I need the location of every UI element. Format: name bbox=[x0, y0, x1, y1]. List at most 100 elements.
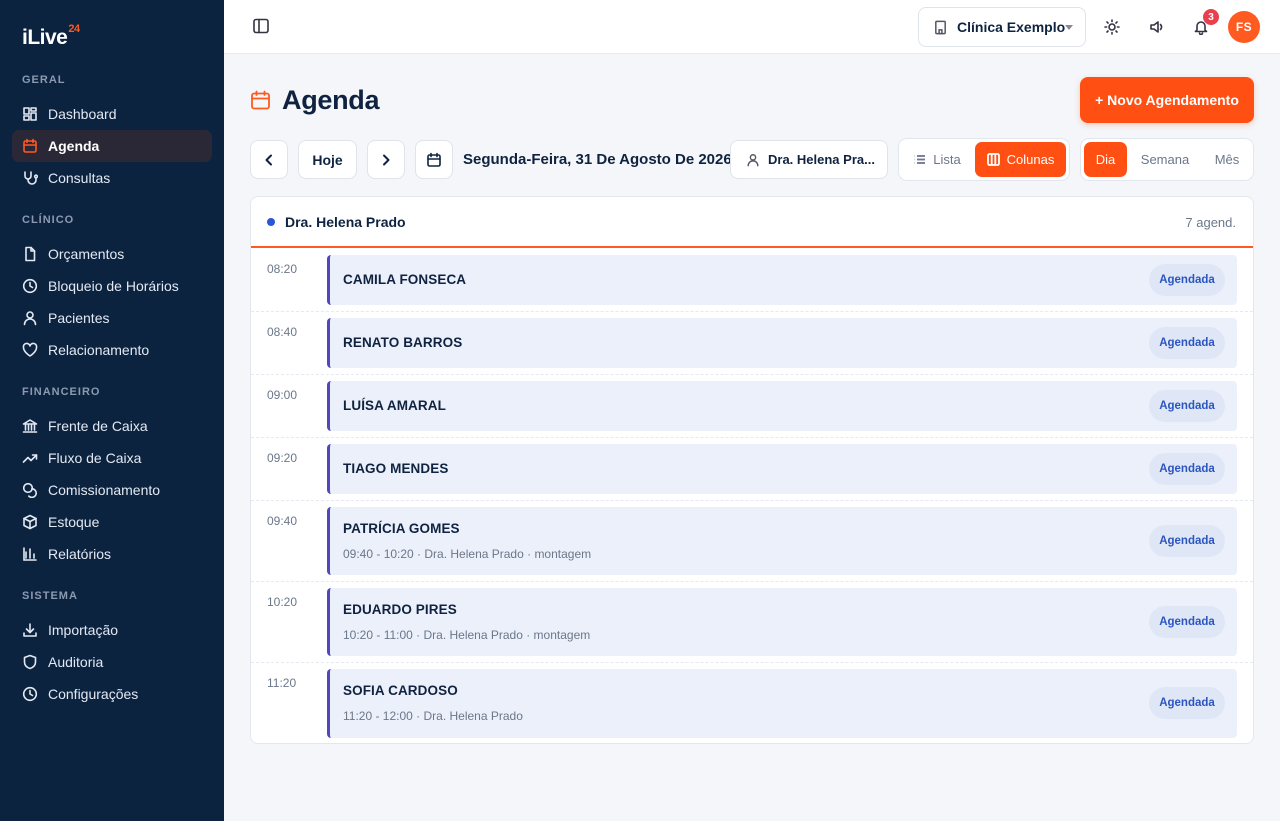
sidebar-item-fluxo-caixa[interactable]: Fluxo de Caixa bbox=[12, 442, 212, 474]
schedule-card: Dra. Helena Prado 7 agend. 08:20 CAMILA … bbox=[250, 196, 1254, 744]
dashboard-icon bbox=[22, 106, 38, 122]
appointment-card[interactable]: RENATO BARROS Agendada bbox=[327, 318, 1237, 368]
professional-select-value: Dra. Helena Pra... bbox=[768, 152, 875, 167]
sidebar-item-label: Comissionamento bbox=[48, 482, 161, 498]
doctor-column-header: Dra. Helena Prado 7 agend. bbox=[251, 197, 1253, 248]
view-toggle: Lista Colunas bbox=[898, 138, 1070, 181]
coins-icon bbox=[22, 482, 38, 498]
appointment-card[interactable]: EDUARDO PIRES 10:20 - 11:00 · Dra. Helen… bbox=[327, 588, 1237, 656]
doctor-name: Dra. Helena Prado bbox=[285, 214, 406, 230]
clinic-select-value: Clínica Exemplo bbox=[957, 19, 1066, 35]
sidebar-item-pacientes[interactable]: Pacientes bbox=[12, 302, 212, 334]
appointment-card[interactable]: TIAGO MENDES Agendada bbox=[327, 444, 1237, 494]
sidebar-item-label: Frente de Caixa bbox=[48, 418, 148, 434]
list-icon bbox=[913, 153, 933, 166]
patient-name: PATRÍCIA GOMES bbox=[343, 521, 460, 536]
next-day-button[interactable] bbox=[367, 140, 405, 179]
sidebar-section-title: GERAL bbox=[22, 74, 66, 86]
schedule-row: 09:00 LUÍSA AMARAL Agendada bbox=[251, 375, 1253, 438]
sidebar-item-frente-caixa[interactable]: Frente de Caixa bbox=[12, 410, 212, 442]
status-badge: Agendada bbox=[1149, 390, 1225, 422]
clinic-select[interactable]: Clínica Exemplo bbox=[918, 7, 1086, 47]
slot-time: 09:20 bbox=[267, 451, 298, 465]
shield-icon bbox=[22, 654, 38, 670]
chevron-right-icon bbox=[378, 152, 394, 168]
notification-badge: 3 bbox=[1203, 9, 1219, 25]
patient-name: LUÍSA AMARAL bbox=[343, 398, 446, 413]
bar-chart-icon bbox=[22, 546, 38, 562]
box-icon bbox=[22, 514, 38, 530]
sidebar-section-title: SISTEMA bbox=[22, 590, 78, 602]
slot-time: 09:00 bbox=[267, 388, 298, 402]
status-badge: Agendada bbox=[1149, 264, 1225, 296]
appointment-card[interactable]: PATRÍCIA GOMES 09:40 - 10:20 · Dra. Hele… bbox=[327, 507, 1237, 575]
patient-name: TIAGO MENDES bbox=[343, 461, 449, 476]
today-button[interactable]: Hoje bbox=[298, 140, 357, 179]
trend-up-icon bbox=[22, 450, 38, 466]
view-columns-tab[interactable]: Colunas bbox=[975, 142, 1066, 177]
appointment-card[interactable]: LUÍSA AMARAL Agendada bbox=[327, 381, 1237, 431]
sidebar-item-dashboard[interactable]: Dashboard bbox=[12, 98, 212, 130]
professional-select[interactable]: Dra. Helena Pra... bbox=[730, 140, 888, 179]
calendar-icon bbox=[22, 138, 38, 154]
sidebar-item-label: Dashboard bbox=[48, 106, 117, 122]
sidebar-item-label: Agenda bbox=[48, 138, 100, 154]
chevron-left-icon bbox=[261, 152, 277, 168]
sidebar-item-label: Fluxo de Caixa bbox=[48, 450, 142, 466]
building-icon bbox=[933, 20, 948, 35]
schedule-row: 08:20 CAMILA FONSECA Agendada bbox=[251, 249, 1253, 312]
sidebar-item-label: Configurações bbox=[48, 686, 139, 702]
calendar-icon bbox=[426, 152, 442, 168]
sidebar-item-label: Auditoria bbox=[48, 654, 104, 670]
user-icon bbox=[746, 153, 760, 167]
range-month-tab[interactable]: Mês bbox=[1203, 142, 1251, 177]
speaker-icon[interactable] bbox=[1149, 19, 1165, 35]
sidebar-item-configuracoes[interactable]: Configurações bbox=[12, 678, 212, 710]
sidebar-item-label: Consultas bbox=[48, 170, 111, 186]
range-day-tab[interactable]: Dia bbox=[1084, 142, 1127, 177]
view-list-label: Lista bbox=[933, 152, 961, 167]
appointment-detail: 11:20 - 12:00 · Dra. Helena Prado bbox=[343, 709, 523, 723]
range-week-tab[interactable]: Semana bbox=[1130, 142, 1200, 177]
status-badge: Agendada bbox=[1149, 687, 1225, 719]
sidebar-item-relatorios[interactable]: Relatórios bbox=[12, 538, 212, 570]
sidebar-item-consultas[interactable]: Consultas bbox=[12, 162, 212, 194]
new-appointment-button[interactable]: + Novo Agendamento bbox=[1080, 77, 1254, 123]
schedule-row: 08:40 RENATO BARROS Agendada bbox=[251, 312, 1253, 375]
slot-time: 09:40 bbox=[267, 514, 298, 528]
chevron-down-icon bbox=[1065, 25, 1073, 30]
previous-day-button[interactable] bbox=[250, 140, 288, 179]
app-logo[interactable]: iLive24 bbox=[22, 23, 80, 50]
slot-time: 08:20 bbox=[267, 262, 298, 276]
range-toggle: Dia Semana Mês bbox=[1080, 138, 1254, 181]
sun-icon[interactable] bbox=[1104, 19, 1120, 35]
sidebar-item-auditoria[interactable]: Auditoria bbox=[12, 646, 212, 678]
clock-icon bbox=[22, 278, 38, 294]
view-list-tab[interactable]: Lista bbox=[902, 142, 972, 177]
status-badge: Agendada bbox=[1149, 525, 1225, 557]
sidebar-item-label: Orçamentos bbox=[48, 246, 125, 262]
sidebar-item-estoque[interactable]: Estoque bbox=[12, 506, 212, 538]
clock-icon bbox=[22, 686, 38, 702]
sidebar-item-label: Relacionamento bbox=[48, 342, 150, 358]
columns-icon bbox=[986, 153, 1007, 166]
sidebar-item-comissionamento[interactable]: Comissionamento bbox=[12, 474, 212, 506]
sidebar-item-importacao[interactable]: Importação bbox=[12, 614, 212, 646]
sidebar-item-label: Pacientes bbox=[48, 310, 110, 326]
sidebar-item-bloqueio-horarios[interactable]: Bloqueio de Horários bbox=[12, 270, 212, 302]
schedule-row: 09:40 PATRÍCIA GOMES 09:40 - 10:20 · Dra… bbox=[251, 501, 1253, 582]
appointment-card[interactable]: CAMILA FONSECA Agendada bbox=[327, 255, 1237, 305]
sidebar: iLive24 GERAL Dashboard Agenda Consultas… bbox=[0, 0, 224, 821]
appointment-detail: 10:20 - 11:00 · Dra. Helena Prado · mont… bbox=[343, 628, 591, 642]
date-picker-button[interactable] bbox=[415, 140, 453, 179]
sidebar-toggle-icon[interactable] bbox=[252, 17, 270, 35]
sidebar-item-relacionamento[interactable]: Relacionamento bbox=[12, 334, 212, 366]
schedule-row: 10:20 EDUARDO PIRES 10:20 - 11:00 · Dra.… bbox=[251, 582, 1253, 663]
sidebar-section-title: FINANCEIRO bbox=[22, 386, 101, 398]
sidebar-section-title: CLÍNICO bbox=[22, 214, 75, 226]
avatar[interactable]: FS bbox=[1228, 11, 1260, 43]
sidebar-item-orcamentos[interactable]: Orçamentos bbox=[12, 238, 212, 270]
sidebar-item-label: Relatórios bbox=[48, 546, 112, 562]
sidebar-item-agenda[interactable]: Agenda bbox=[12, 130, 212, 162]
appointment-card[interactable]: SOFIA CARDOSO 11:20 - 12:00 · Dra. Helen… bbox=[327, 669, 1237, 738]
